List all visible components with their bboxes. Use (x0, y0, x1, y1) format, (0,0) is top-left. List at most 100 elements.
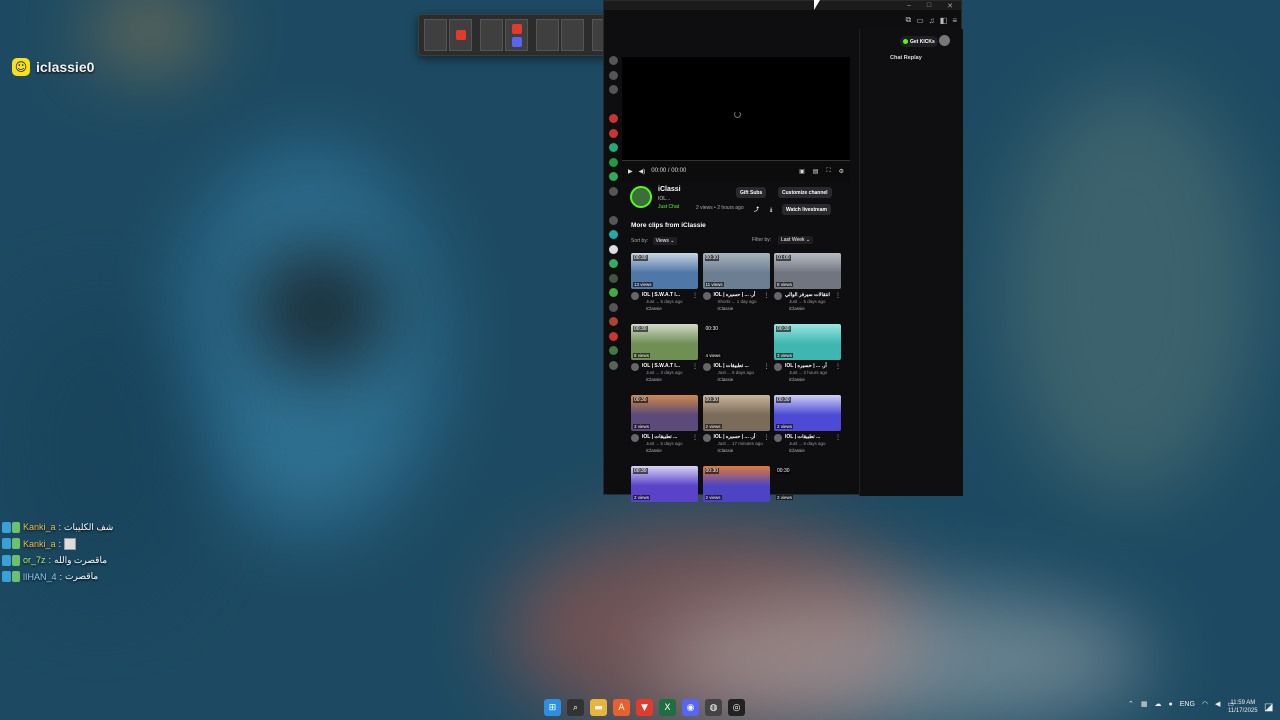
clip-card[interactable]: 00:30 13 views IOL | S.W.A.T I... Just ... … (631, 253, 698, 315)
more-options-icon[interactable]: ⋮ (835, 434, 841, 441)
clip-thumbnail[interactable]: 00:30 2 views (774, 466, 841, 502)
followed-channel-avatar[interactable] (608, 114, 618, 123)
followed-channel-avatar[interactable] (608, 317, 618, 326)
menu-icon[interactable]: ≡ (952, 16, 957, 25)
followed-channel-avatar[interactable] (608, 172, 618, 181)
clip-thumbnail[interactable]: 00:30 13 views (631, 253, 698, 289)
clip-channel[interactable]: iClassie (789, 306, 805, 311)
brave-icon[interactable]: ▼ (636, 699, 653, 716)
followed-channel-avatar[interactable] (608, 273, 618, 283)
search-icon[interactable]: ⌕ (567, 699, 584, 716)
watch-livestream-button[interactable]: Watch livestream (782, 204, 831, 215)
clip-thumbnail[interactable]: 00:30 2 views (702, 466, 770, 502)
start-icon[interactable]: ⊞ (544, 699, 561, 716)
followed-channel-avatar[interactable] (608, 99, 618, 109)
desktop-preview-3[interactable] (536, 19, 584, 51)
more-options-icon[interactable]: ⋮ (835, 292, 841, 299)
clip-icon[interactable]: ▣ (799, 168, 805, 175)
discord-icon[interactable]: ◉ (682, 699, 699, 716)
volume-icon[interactable]: ◀) (639, 168, 646, 175)
followed-channel-avatar[interactable] (608, 85, 618, 94)
wifi-icon[interactable]: ◠ (1202, 700, 1208, 708)
cloud-icon[interactable]: ☁ (1155, 700, 1162, 708)
more-options-icon[interactable]: ⋮ (764, 434, 770, 441)
sidebar-icon[interactable]: ▭ (916, 16, 924, 25)
clip-title[interactable]: IOL | S.W.A.T I... (642, 292, 680, 298)
clip-channel[interactable]: iClassie (646, 377, 662, 382)
clip-channel[interactable]: iClassie (789, 448, 805, 453)
adobe-icon[interactable]: A (613, 699, 630, 716)
clip-card[interactable]: 00:30 2 views IOL | تطبيقات ... Just ... 6 … (774, 395, 841, 457)
clip-card[interactable]: 01:00 8 views انتقالات سيرفر الوالي Just ..… (774, 253, 841, 315)
followed-channel-avatar[interactable] (608, 186, 618, 196)
mic-icon[interactable]: ● (1169, 701, 1173, 708)
clip-thumbnail[interactable]: 00:30 2 views (631, 466, 698, 502)
clip-title[interactable]: IOL | تطبيقات ... (714, 363, 749, 369)
clip-title[interactable]: IOL | أر. ... | حسيره (714, 434, 756, 440)
clip-title[interactable]: IOL | أر. ... | حسيره (714, 292, 756, 298)
more-options-icon[interactable]: ⋮ (835, 363, 841, 370)
clip-card[interactable]: 00:30 4 views IOL | تطبيقات ... Just ... 6 … (702, 324, 770, 386)
clip-channel-avatar[interactable] (702, 292, 711, 300)
channel-avatar[interactable] (630, 186, 652, 208)
game-icon[interactable]: ◍ (705, 699, 722, 716)
channel-name[interactable]: iClassi (658, 186, 681, 193)
desktop-preview-1[interactable] (424, 19, 472, 51)
clip-channel-avatar[interactable] (774, 363, 782, 371)
followed-channel-avatar[interactable] (608, 288, 618, 297)
clip-card[interactable]: 00:30 8 views IOL | S.W.A.T I... Just ... 3… (631, 324, 698, 386)
settings-icon[interactable]: ⚙ (839, 168, 844, 175)
followed-channel-avatar[interactable] (608, 230, 618, 239)
followed-channel-avatar[interactable] (608, 201, 618, 210)
followed-channel-avatar[interactable] (608, 360, 618, 370)
clip-title[interactable]: IOL | أر. ... | حسيره (785, 363, 827, 369)
clip-title[interactable]: انتقالات سيرفر الوالي (785, 292, 830, 298)
clip-channel-avatar[interactable] (702, 363, 711, 371)
window-thumb[interactable] (424, 19, 447, 51)
volume-icon[interactable]: ◀ (1215, 700, 1220, 708)
clip-channel[interactable]: iClassie (646, 306, 662, 311)
clip-thumbnail[interactable]: 00:30 3 views (774, 324, 841, 360)
excel-icon[interactable]: X (659, 699, 676, 716)
clip-channel[interactable]: iClassie (718, 377, 734, 382)
clip-channel[interactable]: iClassie (646, 448, 662, 453)
window-thumb[interactable] (480, 19, 503, 51)
clip-channel[interactable]: iClassie (789, 377, 805, 382)
clip-channel-avatar[interactable] (631, 363, 639, 371)
clip-card[interactable]: 00:30 2 views (631, 466, 698, 528)
file-explorer-icon[interactable]: ▬ (590, 699, 607, 716)
obs-icon[interactable]: ◎ (728, 699, 745, 716)
followed-channel-avatar[interactable] (608, 346, 618, 355)
more-options-icon[interactable]: ⋮ (692, 292, 698, 299)
clip-channel[interactable]: iClassie (718, 306, 734, 311)
play-icon[interactable]: ▶ (628, 168, 633, 175)
clip-card[interactable]: 00:30 2 views (774, 466, 841, 528)
followed-channel-avatar[interactable] (608, 128, 618, 138)
share-icon[interactable]: ⤴ (750, 204, 763, 215)
clip-channel-avatar[interactable] (631, 434, 639, 442)
close-button[interactable]: ✕ (947, 2, 953, 10)
category-link[interactable]: Just Chat (658, 204, 679, 210)
followed-channel-avatar[interactable] (608, 143, 618, 152)
window-thumb[interactable] (561, 19, 584, 51)
followed-channel-avatar[interactable] (608, 56, 618, 65)
followed-channel-avatar[interactable] (608, 215, 618, 225)
clip-channel-avatar[interactable] (702, 434, 711, 442)
clip-card[interactable]: 00:30 2 views (702, 466, 770, 528)
clip-channel-avatar[interactable] (631, 292, 639, 300)
followed-channel-avatar[interactable] (608, 259, 618, 268)
network-icon[interactable]: ▦ (1141, 700, 1148, 708)
clip-channel[interactable]: iClassie (718, 448, 734, 453)
clip-thumbnail[interactable]: 00:30 2 views (702, 395, 770, 431)
theater-icon[interactable]: ▤ (813, 168, 819, 175)
chevron-up-icon[interactable]: ⌃ (1128, 700, 1134, 708)
music-icon[interactable]: ♫ (929, 16, 935, 25)
clip-thumbnail[interactable]: 00:30 8 views (631, 324, 698, 360)
split-icon[interactable]: ◧ (940, 16, 948, 25)
customize-channel-button[interactable]: Customize channel (778, 187, 832, 198)
clock[interactable]: 11:59 AM 11/17/2025 (1228, 699, 1258, 715)
maximize-button[interactable]: □ (927, 2, 931, 9)
clip-card[interactable]: 00:30 2 views IOL | أر. ... | حسيره Just ..… (702, 395, 770, 457)
sort-dropdown[interactable]: Views ⌄ (652, 237, 678, 245)
window-thumb[interactable] (536, 19, 559, 51)
